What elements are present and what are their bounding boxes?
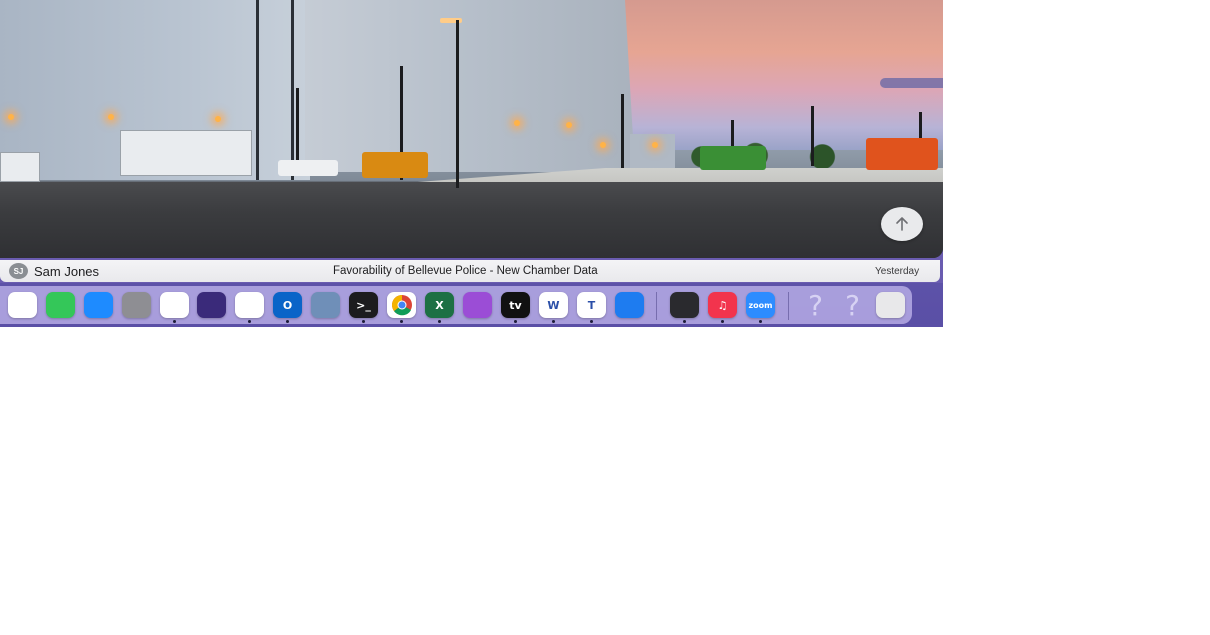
pickup-truck bbox=[278, 160, 338, 176]
podcasts-icon[interactable] bbox=[463, 292, 492, 318]
forklift bbox=[362, 152, 428, 178]
running-indicator bbox=[286, 320, 289, 323]
dock-separator bbox=[656, 292, 657, 320]
running-indicator bbox=[590, 320, 593, 323]
unknown-app-icon-2[interactable]: ? bbox=[838, 292, 867, 318]
running-indicator bbox=[721, 320, 724, 323]
zoom-icon[interactable]: zoom bbox=[746, 292, 775, 318]
photos-icon[interactable] bbox=[8, 292, 37, 318]
unknown-app-icon[interactable]: ? bbox=[801, 292, 830, 318]
running-indicator bbox=[552, 320, 555, 323]
outlook-label: O bbox=[282, 298, 293, 312]
teams-icon[interactable]: T bbox=[577, 292, 606, 318]
word-label: W bbox=[547, 298, 560, 312]
siri-icon[interactable] bbox=[197, 292, 226, 318]
message-subject: Favorability of Bellevue Police - New Ch… bbox=[333, 265, 598, 277]
arrow-up-icon bbox=[896, 217, 908, 231]
running-indicator bbox=[438, 320, 441, 323]
avatar: SJ bbox=[9, 263, 28, 279]
slack-icon[interactable] bbox=[160, 292, 189, 318]
sunset-sky bbox=[620, 0, 943, 150]
word-icon[interactable]: W bbox=[539, 292, 568, 318]
apple-tv-icon[interactable]: tv bbox=[501, 292, 530, 318]
chrome-icon[interactable] bbox=[387, 292, 416, 318]
running-indicator bbox=[683, 320, 686, 323]
terminal-label: >_ bbox=[356, 298, 371, 312]
safari-icon[interactable] bbox=[615, 292, 644, 318]
running-indicator bbox=[514, 320, 517, 323]
zoom-label: zoom bbox=[748, 300, 773, 310]
running-indicator bbox=[173, 320, 176, 323]
running-indicator bbox=[362, 320, 365, 323]
outlook-icon[interactable]: O bbox=[273, 292, 302, 318]
system-settings-icon[interactable] bbox=[122, 292, 151, 318]
teams-label: T bbox=[587, 298, 596, 312]
message-list-row[interactable]: SJ Sam Jones Favorability of Bellevue Po… bbox=[0, 260, 940, 282]
chrome-logo bbox=[391, 295, 412, 316]
semi-trailer bbox=[120, 130, 252, 176]
running-indicator bbox=[400, 320, 403, 323]
warehouse-building-right bbox=[305, 0, 635, 172]
terminal-icon[interactable]: >_ bbox=[349, 292, 378, 318]
music-icon[interactable]: ♫ bbox=[708, 292, 737, 318]
trash-icon[interactable] bbox=[876, 292, 905, 318]
unknown-app-icon-2-label: ? bbox=[845, 292, 860, 318]
scroll-to-top-button[interactable] bbox=[881, 207, 923, 241]
network-globe-icon[interactable] bbox=[311, 292, 340, 318]
asphalt-lot bbox=[0, 182, 943, 258]
excel-label: X bbox=[435, 298, 444, 312]
message-sender: Sam Jones bbox=[34, 264, 100, 279]
dock-separator bbox=[788, 292, 789, 320]
excel-icon[interactable]: X bbox=[425, 292, 454, 318]
running-indicator bbox=[759, 320, 762, 323]
email-photo-attachment bbox=[0, 0, 943, 258]
unknown-app-label: ? bbox=[808, 292, 823, 318]
news-icon[interactable] bbox=[235, 292, 264, 318]
music-label: ♫ bbox=[717, 298, 728, 312]
apple-tv-label: tv bbox=[509, 298, 522, 312]
running-indicator bbox=[248, 320, 251, 323]
facetime-icon[interactable] bbox=[46, 292, 75, 318]
message-date: Yesterday bbox=[875, 266, 920, 277]
screen: SJ Sam Jones Favorability of Bellevue Po… bbox=[0, 0, 943, 327]
app-store-icon[interactable] bbox=[84, 292, 113, 318]
mountain-logo-app-icon[interactable] bbox=[670, 292, 699, 318]
